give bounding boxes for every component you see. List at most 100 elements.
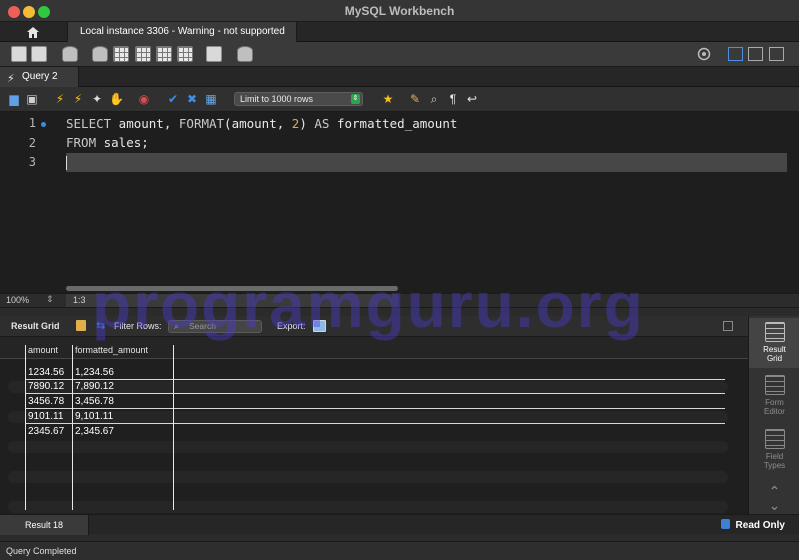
line-number: 2 — [28, 136, 36, 150]
result-grid[interactable]: amount formatted_amount 1234.56 1,234.56… — [0, 337, 748, 514]
save-icon[interactable]: ▣ — [25, 92, 39, 106]
connection-tabs-bar: Local instance 3306 - Warning - not supp… — [0, 22, 799, 42]
cell-formatted-amount[interactable]: 1,234.56 — [75, 367, 114, 378]
filter-rows-input[interactable]: ⌕ Search — [168, 320, 262, 333]
editor-status-row: 100% ⇕ 1:3 — [0, 293, 799, 308]
line-number: 1 — [28, 116, 36, 130]
toggle-sidebar-icon[interactable] — [728, 47, 743, 61]
search-icon: ⌕ — [174, 321, 180, 331]
create-procedure-icon[interactable] — [156, 46, 172, 62]
stop-icon[interactable]: ✋ — [109, 92, 124, 106]
field-types-line1: Field — [765, 452, 784, 461]
create-function-icon[interactable] — [177, 46, 193, 62]
export-icon[interactable] — [313, 320, 326, 332]
cell-formatted-amount[interactable]: 7,890.12 — [75, 381, 114, 392]
execute-icon[interactable]: ⚡ — [53, 92, 67, 106]
column-header-amount[interactable]: amount — [28, 345, 58, 355]
status-bar: Query Completed — [0, 541, 799, 560]
read-only-indicator: Read Only — [720, 519, 785, 531]
commit-icon[interactable]: ✔ — [166, 92, 180, 106]
result-view-switcher: Result Grid Form Editor Field Types ⌃ ⌄ — [748, 316, 799, 514]
explain-icon[interactable]: ✦ — [90, 92, 104, 106]
code-text: sales; — [96, 135, 149, 150]
schema-inspector-icon[interactable] — [62, 46, 78, 62]
toggle-output-panel-icon[interactable] — [748, 47, 763, 61]
home-icon — [27, 26, 39, 38]
open-sql-script-icon[interactable] — [31, 46, 47, 62]
cell-amount[interactable]: 2345.67 — [28, 426, 64, 437]
zoom-level[interactable]: 100% — [6, 295, 29, 305]
text-cursor — [66, 156, 67, 170]
rollback-icon[interactable]: ✖ — [185, 92, 199, 106]
connection-tab[interactable]: Local instance 3306 - Warning - not supp… — [67, 22, 297, 42]
cell-formatted-amount[interactable]: 2,345.67 — [75, 426, 114, 437]
cell-amount[interactable]: 7890.12 — [28, 381, 64, 392]
cell-formatted-amount[interactable]: 3,456.78 — [75, 396, 114, 407]
lightning-icon: ⚡ — [7, 73, 15, 85]
create-view-icon[interactable] — [135, 46, 151, 62]
query-tab[interactable]: ⚡ Query 2 — [0, 67, 79, 87]
autocommit-icon[interactable]: ▦ — [204, 92, 218, 106]
limit-rows-select[interactable]: Limit to 1000 rows ⇕ — [234, 92, 363, 106]
current-line-highlight — [66, 153, 787, 172]
wrap-cell-icon[interactable] — [723, 321, 733, 331]
result-grid-view-button[interactable]: Result Grid — [749, 318, 799, 368]
row-stripe — [8, 501, 728, 513]
statement-marker-icon — [41, 122, 46, 127]
form-icon — [764, 375, 785, 395]
search-table-data-icon[interactable] — [206, 46, 222, 62]
search-icon[interactable]: ⌕ — [427, 92, 441, 106]
find-replace-brush-icon[interactable]: ✎ — [408, 92, 422, 106]
code-line-1: SELECT amount, FORMAT(amount, 2) AS form… — [66, 116, 457, 131]
table-row[interactable]: 3456.78 3,456.78 — [25, 395, 725, 409]
zoom-stepper-icon[interactable]: ⇕ — [46, 294, 54, 305]
beautify-icon[interactable]: ★ — [381, 92, 395, 106]
column-header-formatted-amount[interactable]: formatted_amount — [75, 345, 148, 355]
result-toolbar: Result Grid ⇆ Filter Rows: ⌕ Search Expo… — [0, 316, 748, 337]
result-tab[interactable]: Result 18 — [0, 515, 89, 535]
cell-amount[interactable]: 9101.11 — [28, 411, 63, 422]
form-editor-line1: Form — [765, 398, 784, 407]
column-divider — [173, 345, 174, 510]
settings-gear-icon[interactable] — [697, 47, 711, 61]
cursor-position: 1:3 — [66, 294, 398, 307]
cell-formatted-amount[interactable]: 9,101.11 — [75, 411, 113, 422]
main-toolbar — [0, 42, 799, 67]
cell-amount[interactable]: 3456.78 — [28, 396, 64, 407]
execute-current-icon[interactable]: ⚡ — [71, 92, 85, 106]
keyword: FORMAT — [178, 116, 225, 131]
grid-view-icon[interactable] — [76, 320, 86, 331]
wrap-lines-icon[interactable]: ↩ — [465, 92, 479, 106]
more-views-button[interactable]: ⌃ ⌄ — [749, 484, 799, 512]
create-table-icon[interactable] — [113, 46, 129, 62]
new-sql-tab-icon[interactable] — [11, 46, 27, 62]
table-row[interactable]: 2345.67 2,345.67 — [25, 425, 725, 439]
open-folder-icon[interactable]: ▆ — [7, 92, 21, 106]
row-stripe — [8, 471, 728, 483]
table-row[interactable]: 9101.11 9,101.11 — [25, 410, 725, 424]
invisible-chars-icon[interactable]: ¶ — [446, 92, 460, 106]
toggle-secondary-sidebar-icon[interactable] — [769, 47, 784, 61]
toggle-continue-on-error-icon[interactable]: ◉ — [137, 92, 151, 106]
cell-amount[interactable]: 1234.56 — [28, 367, 64, 378]
horizontal-scrollbar[interactable] — [66, 286, 398, 291]
limit-rows-value: Limit to 1000 rows — [240, 94, 314, 104]
field-types-line2: Types — [763, 461, 786, 470]
field-types-view-button[interactable]: Field Types — [749, 426, 799, 476]
info-icon — [720, 519, 730, 529]
home-tab[interactable] — [0, 22, 66, 42]
sql-editor[interactable]: 1 2 3 SELECT amount, FORMAT(amount, 2) A… — [0, 112, 799, 293]
refresh-icon[interactable]: ⇆ — [96, 319, 105, 332]
code-text: ) — [299, 116, 315, 131]
form-editor-view-button[interactable]: Form Editor — [749, 372, 799, 422]
result-grid-line2: Grid — [766, 354, 783, 363]
field-types-icon — [764, 429, 785, 449]
result-grid-label: Result Grid — [11, 321, 60, 331]
table-row[interactable]: 7890.12 7,890.12 — [25, 380, 725, 394]
create-schema-icon[interactable] — [92, 46, 108, 62]
query-tabs-bar: ⚡ Query 2 — [0, 67, 799, 87]
table-row[interactable]: 1234.56 1,234.56 — [25, 366, 725, 380]
reconnect-icon[interactable] — [237, 46, 253, 62]
form-editor-line2: Editor — [764, 407, 785, 416]
code-line-2: FROM sales; — [66, 135, 149, 150]
